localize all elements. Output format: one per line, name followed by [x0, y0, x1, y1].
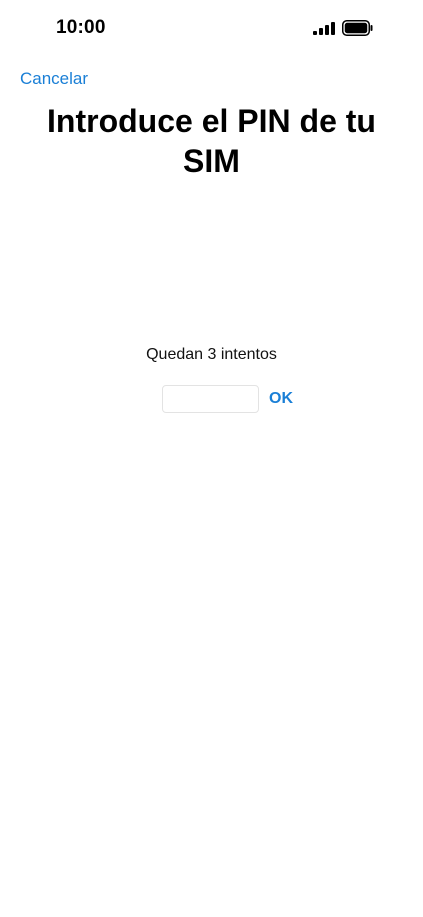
remaining-attempts-text: Quedan 3 intentos: [146, 346, 277, 363]
page-title: Introduce el PIN de tu SIM: [47, 103, 376, 179]
battery-icon: [342, 20, 373, 36]
ok-button[interactable]: OK: [269, 390, 293, 408]
cancel-button[interactable]: Cancelar: [20, 69, 88, 89]
status-time: 10:00: [56, 17, 106, 38]
sim-pin-input[interactable]: [162, 385, 259, 413]
status-bar: 10:00: [0, 0, 423, 56]
cellular-signal-icon: [313, 22, 335, 35]
